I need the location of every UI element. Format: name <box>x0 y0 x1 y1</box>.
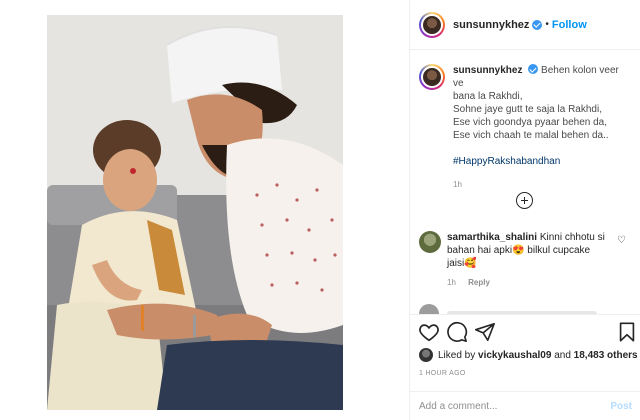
add-comment-bar: Post <box>410 391 640 420</box>
post-timestamp[interactable]: 1 HOUR AGO <box>419 370 466 377</box>
comment-icon[interactable] <box>446 321 468 343</box>
liker-username[interactable]: vickykaushal09 <box>478 350 551 361</box>
add-icon[interactable] <box>516 192 533 209</box>
comment-meta: 1h Reply <box>447 276 607 289</box>
follow-button[interactable]: Follow <box>552 19 587 31</box>
liked-by: Liked by vickykaushal09 and 18,483 other… <box>419 348 638 362</box>
hashtag-link[interactable]: #HappyRakshabandhan <box>453 155 631 168</box>
caption-time: 1h <box>453 180 462 189</box>
comment-text: samarthika_shalini Kinni chhotu si bahan… <box>447 231 607 289</box>
post-header: sunsunnykhez • Follow <box>410 0 640 50</box>
action-icons <box>418 321 638 343</box>
comments-section: sunsunnykhez Behen kolon veer ve bana la… <box>410 51 640 314</box>
post-photo-image <box>47 15 343 410</box>
liked-and: and <box>554 349 571 361</box>
bookmark-icon[interactable] <box>616 321 638 343</box>
comment-like-heart-icon[interactable]: ♡ <box>617 235 626 246</box>
liked-prefix: Liked by <box>438 349 476 361</box>
post-photo[interactable] <box>47 15 343 410</box>
comment-time: 1h <box>447 278 456 287</box>
separator-dot: • <box>545 19 549 30</box>
commenter-avatar <box>419 304 439 314</box>
liker-avatar[interactable] <box>419 348 433 362</box>
comment-item: samarthika_shalini Kinni chhotu si bahan… <box>419 231 634 289</box>
commenter-username[interactable]: samarthika_shalini <box>447 232 537 243</box>
post-button[interactable]: Post <box>610 401 632 412</box>
caption: sunsunnykhez Behen kolon veer ve bana la… <box>419 64 631 191</box>
author-avatar[interactable] <box>419 11 445 38</box>
caption-line: Ese vich goondya pyaar behen da, <box>453 117 607 128</box>
comment-input[interactable] <box>419 401 611 412</box>
caption-username[interactable]: sunsunnykhez <box>453 65 522 76</box>
share-icon[interactable] <box>474 321 496 343</box>
reply-button[interactable]: Reply <box>468 278 490 287</box>
photo-panel <box>0 0 409 420</box>
caption-line: Ese vich chaah te malal behen da.. <box>453 130 609 141</box>
likes-count[interactable]: 18,483 others <box>574 350 638 361</box>
post-sidebar: sunsunnykhez • Follow sunsunnykhez Behen… <box>409 0 640 420</box>
caption-avatar[interactable] <box>419 64 445 90</box>
verified-icon <box>532 19 543 30</box>
author-username[interactable]: sunsunnykhez <box>453 19 529 31</box>
caption-line: Sohne jaye gutt te saja la Rakhdi, <box>453 104 602 115</box>
caption-text: sunsunnykhez Behen kolon veer ve bana la… <box>453 64 631 191</box>
verified-icon <box>528 64 539 74</box>
commenter-avatar[interactable] <box>419 231 441 253</box>
caption-line: bana la Rakhdi, <box>453 91 523 102</box>
heart-icon[interactable] <box>418 321 440 343</box>
post-actions: Liked by vickykaushal09 and 18,483 other… <box>410 314 640 420</box>
comment-item-partial <box>419 304 619 314</box>
